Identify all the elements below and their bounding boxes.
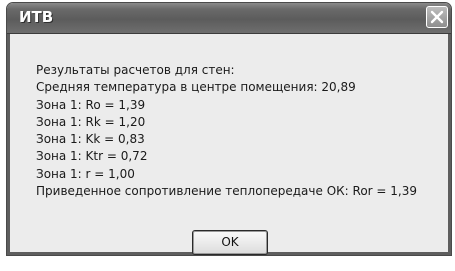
close-icon bbox=[430, 10, 444, 24]
message-line-ror: Приведенное сопротивление теплопередаче … bbox=[36, 184, 417, 199]
message-line-average-temperature: Средняя температура в центре помещения: … bbox=[36, 80, 356, 95]
ok-button[interactable]: OK bbox=[192, 230, 268, 255]
message-line-kk: Зона 1: Kk = 0,83 bbox=[36, 132, 145, 147]
close-button[interactable] bbox=[426, 6, 448, 28]
message-text: Результаты расчетов для стен: Средняя те… bbox=[36, 62, 417, 200]
window-title: ИТВ bbox=[19, 8, 54, 26]
dialog-body: Результаты расчетов для стен: Средняя те… bbox=[7, 34, 451, 255]
message-line-ro: Зона 1: Ro = 1,39 bbox=[36, 97, 146, 112]
message-line-heading: Результаты расчетов для стен: bbox=[36, 63, 235, 77]
message-dialog: ИТВ Результаты расчетов для стен: Средня… bbox=[6, 2, 452, 256]
title-bar[interactable]: ИТВ bbox=[7, 3, 451, 34]
message-line-r: Зона 1: r = 1,00 bbox=[36, 166, 135, 181]
message-line-ktr: Зона 1: Ktr = 0,72 bbox=[36, 149, 148, 164]
message-line-rk: Зона 1: Rk = 1,20 bbox=[36, 114, 146, 129]
